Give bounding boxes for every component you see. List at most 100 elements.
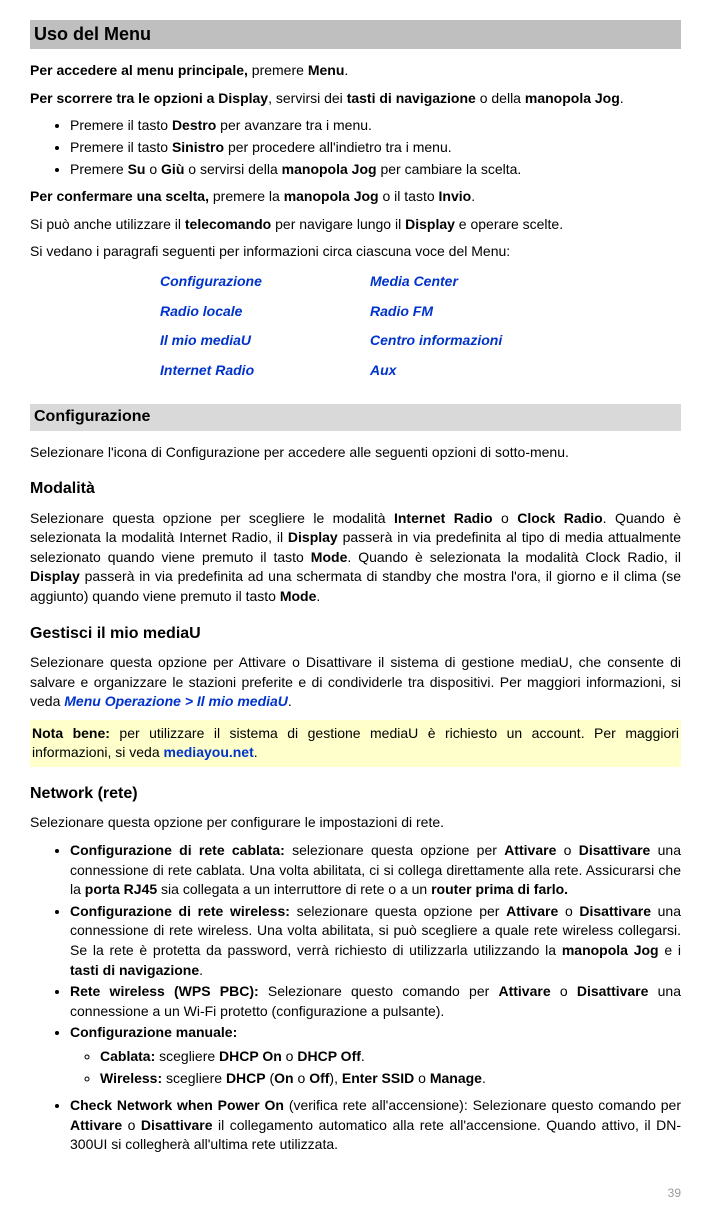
text: o (556, 842, 578, 858)
text: DHCP Off (297, 1048, 361, 1064)
text: Premere (70, 161, 128, 177)
text: DHCP (226, 1070, 266, 1086)
text: (verifica rete all'accensione): Selezion… (284, 1097, 681, 1113)
text: On (274, 1070, 293, 1086)
text: Mode (280, 588, 317, 604)
text: Disattivare (579, 903, 651, 919)
section-heading-mediau: Gestisci il mio mediaU (30, 623, 681, 645)
link-il-mio-mediau[interactable]: Il mio mediaU (160, 331, 370, 351)
confirm-line: Per confermare una scelta, premere la ma… (30, 187, 681, 207)
page-number: 39 (30, 1185, 681, 1202)
text: Cablata: (100, 1048, 155, 1064)
link-radio-locale[interactable]: Radio locale (160, 302, 370, 322)
text: router prima di farlo. (431, 881, 568, 897)
text: e i (659, 942, 681, 958)
text: . (316, 588, 320, 604)
text: Configurazione di rete wireless: (70, 903, 290, 919)
text: o servirsi della (184, 161, 281, 177)
text: , servirsi dei (268, 90, 347, 106)
list-item: Configurazione di rete cablata: selezion… (70, 841, 681, 900)
link-media-center[interactable]: Media Center (370, 272, 580, 292)
link-aux[interactable]: Aux (370, 361, 580, 381)
link-configurazione[interactable]: Configurazione (160, 272, 370, 292)
text: o il tasto (379, 188, 439, 204)
text: Rete wireless (WPS PBC): (70, 983, 259, 999)
text: Selezionare questo comando per (259, 983, 499, 999)
text: e operare scelte. (455, 216, 563, 232)
text: . (288, 693, 292, 709)
nav-list: Premere il tasto Destro per avanzare tra… (30, 116, 681, 179)
text: Per scorrere tra le opzioni a Display (30, 90, 268, 106)
page-title: Uso del Menu (30, 20, 681, 49)
text: Attivare (70, 1117, 122, 1133)
text: Per confermare una scelta, (30, 188, 209, 204)
text: scegliere (162, 1070, 226, 1086)
text: Internet Radio (394, 510, 493, 526)
text: per avanzare tra i menu. (216, 117, 372, 133)
text: scegliere (155, 1048, 219, 1064)
text: passerà in via predefinita ad una scherm… (30, 568, 681, 604)
text: Destro (172, 117, 216, 133)
text: Display (405, 216, 455, 232)
section-heading-modalita: Modalità (30, 478, 681, 500)
link-internet-radio[interactable]: Internet Radio (160, 361, 370, 381)
note-label: Nota bene: (32, 725, 110, 741)
text: o (282, 1048, 298, 1064)
text: Giù (161, 161, 184, 177)
link-centro-informazioni[interactable]: Centro informazioni (370, 331, 580, 351)
text: Sinistro (172, 139, 224, 155)
text: . (199, 962, 203, 978)
text: o (294, 1070, 310, 1086)
text: manopola Jog (525, 90, 620, 106)
intro-line-1: Per accedere al menu principale, premere… (30, 61, 681, 81)
text: Su (128, 161, 146, 177)
text: o (122, 1117, 141, 1133)
text: porta RJ45 (85, 881, 157, 897)
text: . Quando è selezionata la modalità Clock… (347, 549, 681, 565)
text: Selezionare questa opzione per scegliere… (30, 510, 394, 526)
link-menu-operazione[interactable]: Menu Operazione > Il mio mediaU (64, 693, 288, 709)
info-line: Si vedano i paragrafi seguenti per infor… (30, 242, 681, 262)
list-item: Premere il tasto Sinistro per procedere … (70, 138, 681, 158)
text: manopola Jog (562, 942, 659, 958)
text: sia collegata a un interruttore di rete … (157, 881, 431, 897)
text: manopola Jog (284, 188, 379, 204)
link-radio-fm[interactable]: Radio FM (370, 302, 580, 322)
text: per utilizzare il sistema di gestione me… (32, 725, 679, 761)
text: Display (30, 568, 80, 584)
text: Off (309, 1070, 329, 1086)
text: Enter SSID (342, 1070, 414, 1086)
text: per procedere all'indietro tra i menu. (224, 139, 452, 155)
modalita-body: Selezionare questa opzione per scegliere… (30, 509, 681, 607)
text: Display (288, 529, 338, 545)
text: o (414, 1070, 430, 1086)
text: tasti di navigazione (347, 90, 476, 106)
text: DHCP On (219, 1048, 282, 1064)
text: Disattivare (141, 1117, 213, 1133)
config-intro: Selezionare l'icona di Configurazione pe… (30, 443, 681, 463)
note-box: Nota bene: per utilizzare il sistema di … (30, 720, 681, 767)
text: Configurazione manuale: (70, 1024, 237, 1040)
list-item: Rete wireless (WPS PBC): Selezionare que… (70, 982, 681, 1021)
text: Check Network when Power On (70, 1097, 284, 1113)
list-item: Premere il tasto Destro per avanzare tra… (70, 116, 681, 136)
menu-link-grid: Configurazione Media Center Radio locale… (160, 272, 681, 380)
list-item: Configurazione manuale: Cablata: sceglie… (70, 1023, 681, 1088)
text: ), (329, 1070, 341, 1086)
text: telecomando (185, 216, 271, 232)
network-intro: Selezionare questa opzione per configura… (30, 813, 681, 833)
link-mediayou[interactable]: mediayou.net (164, 744, 254, 760)
text: Mode (311, 549, 348, 565)
mediau-body: Selezionare questa opzione per Attivare … (30, 653, 681, 712)
text: . (344, 62, 348, 78)
text: Attivare (504, 842, 556, 858)
text: Configurazione di rete cablata: (70, 842, 285, 858)
text: ( (266, 1070, 275, 1086)
section-heading-network: Network (rete) (30, 783, 681, 805)
text: Wireless: (100, 1070, 162, 1086)
text: Invio (439, 188, 472, 204)
text: Disattivare (577, 983, 649, 999)
text: . (620, 90, 624, 106)
text: o (558, 903, 579, 919)
text: premere (248, 62, 308, 78)
